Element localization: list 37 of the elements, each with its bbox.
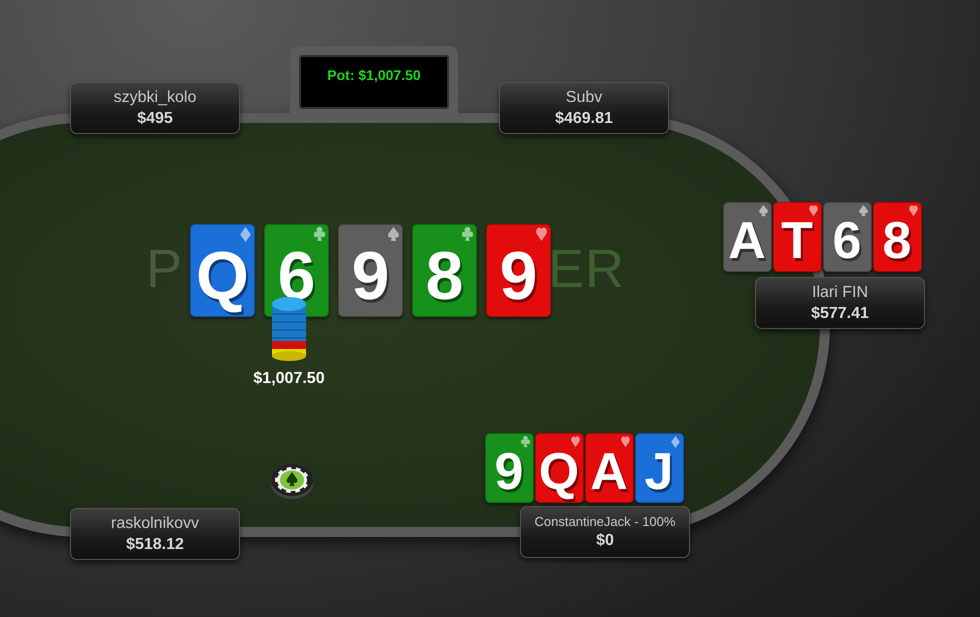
playing-card: 9 [486, 224, 551, 317]
playing-card: Q [190, 224, 255, 317]
hearts-suit-icon [570, 436, 580, 448]
playing-card: 6 [822, 202, 872, 272]
player-stack: $0 [596, 532, 614, 550]
playing-card: 9 [338, 224, 403, 317]
diamonds-suit-icon [670, 436, 680, 448]
playing-card: J [634, 433, 684, 503]
pot-amount: Pot: $1,007.50 [299, 55, 449, 109]
player-stack: $469.81 [555, 110, 613, 128]
playing-card: A [584, 433, 634, 503]
bet-amount: $1,007.50 [253, 370, 325, 388]
player-name: Subv [566, 88, 602, 106]
spades-suit-icon [858, 205, 868, 217]
clubs-suit-icon [314, 227, 325, 242]
player-stack: $518.12 [126, 536, 184, 554]
playing-card: A [722, 202, 772, 272]
playing-card: T [772, 202, 822, 272]
clubs-suit-icon [462, 227, 473, 242]
playing-card: 9 [484, 433, 534, 503]
playing-card: Q [534, 433, 584, 503]
spades-suit-icon [388, 227, 399, 242]
hearts-suit-icon [536, 227, 547, 242]
player-name: raskolnikovv [110, 514, 200, 532]
player-name: ConstantineJack - 100% [534, 514, 676, 529]
playing-card: 8 [412, 224, 477, 317]
player-name: szybki_kolo [114, 88, 196, 106]
player-stack: $495 [137, 110, 173, 128]
playing-card: 8 [872, 202, 922, 272]
hearts-suit-icon [908, 205, 918, 217]
spades-suit-icon [758, 205, 768, 217]
diamonds-suit-icon [240, 227, 251, 242]
hearts-suit-icon [620, 436, 630, 448]
player-name: Ilari FIN [812, 284, 868, 302]
player-stack: $577.41 [811, 304, 869, 322]
hearts-suit-icon [808, 205, 818, 217]
clubs-suit-icon [520, 436, 530, 448]
